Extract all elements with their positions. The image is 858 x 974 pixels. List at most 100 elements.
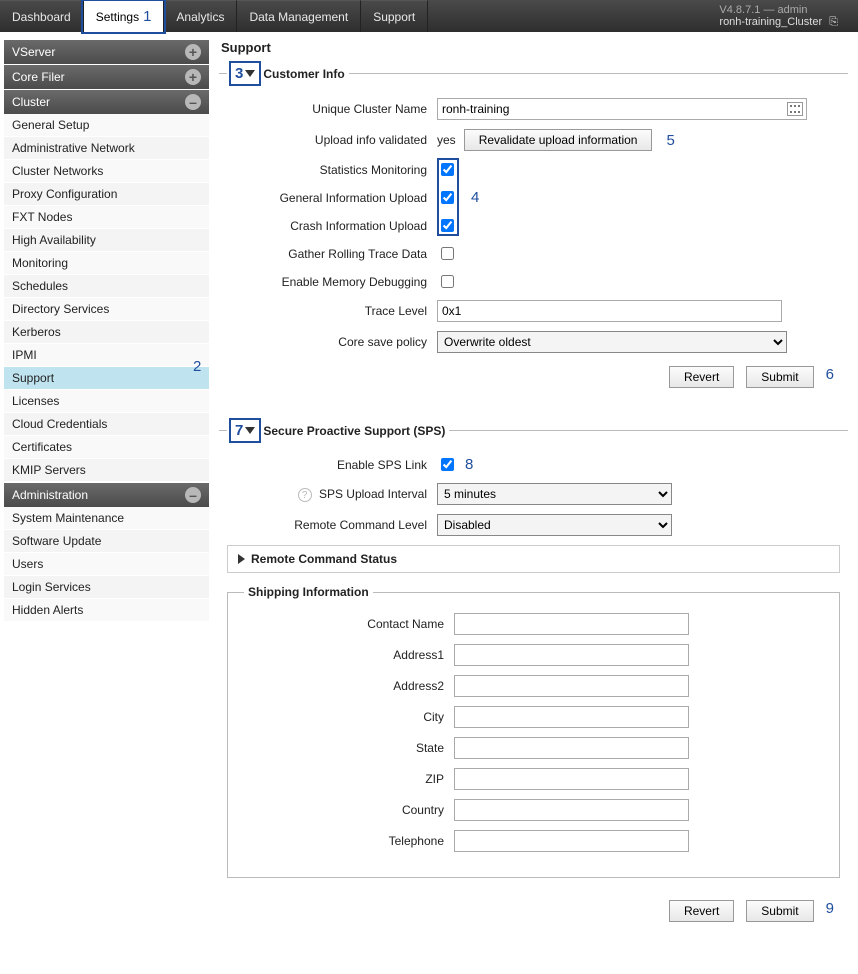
callout-7: 7 xyxy=(235,422,243,439)
sps-submit-button[interactable]: Submit xyxy=(746,900,813,922)
tab-dashboard[interactable]: Dashboard xyxy=(0,0,84,32)
sidebar-item[interactable]: Cluster Networks xyxy=(4,160,209,183)
zip-label: ZIP xyxy=(244,772,454,786)
sps-interval-select[interactable]: 5 minutes xyxy=(437,483,672,505)
sidebar-item[interactable]: Kerberos xyxy=(4,321,209,344)
tab-analytics[interactable]: Analytics xyxy=(164,0,237,32)
contact-label: Contact Name xyxy=(244,617,454,631)
addr2-input[interactable] xyxy=(454,675,689,697)
callout-3: 3 xyxy=(235,65,243,82)
city-input[interactable] xyxy=(454,706,689,728)
sidebar-item[interactable]: IPMI xyxy=(4,344,209,367)
core-policy-label: Core save policy xyxy=(227,335,437,349)
sidebar: VServer + Core Filer + Cluster – General… xyxy=(0,32,215,974)
customer-info-legend[interactable]: 3 Customer Info xyxy=(227,63,349,84)
plus-icon: + xyxy=(185,69,201,85)
contact-input[interactable] xyxy=(454,613,689,635)
sidebar-group-vserver[interactable]: VServer + xyxy=(4,40,209,64)
trace-level-label: Trace Level xyxy=(227,304,437,318)
sidebar-item[interactable]: General Setup xyxy=(4,114,209,137)
addr2-label: Address2 xyxy=(244,679,454,693)
stats-monitoring-checkbox[interactable] xyxy=(441,163,454,176)
state-label: State xyxy=(244,741,454,755)
memdbg-checkbox[interactable] xyxy=(441,275,454,288)
customer-revert-button[interactable]: Revert xyxy=(669,366,734,388)
topbar-info: V4.8.7.1 — admin ronh-training_Cluster ⎘ xyxy=(711,0,858,32)
country-label: Country xyxy=(244,803,454,817)
enable-sps-checkbox[interactable] xyxy=(441,458,454,471)
content: 2 Support 3 Customer Info Unique Cluster… xyxy=(215,32,858,974)
sidebar-item[interactable]: FXT Nodes xyxy=(4,206,209,229)
upload-validated-value: yes xyxy=(437,133,456,147)
zip-input[interactable] xyxy=(454,768,689,790)
rcl-label: Remote Command Level xyxy=(227,518,437,532)
tab-support[interactable]: Support xyxy=(361,0,428,32)
shipping-info-section: Shipping Information Contact Name Addres… xyxy=(227,585,840,878)
sidebar-item[interactable]: System Maintenance xyxy=(4,507,209,530)
memdbg-label: Enable Memory Debugging xyxy=(227,275,437,289)
sidebar-item[interactable]: Certificates xyxy=(4,436,209,459)
sidebar-item[interactable]: KMIP Servers xyxy=(4,459,209,482)
phone-input[interactable] xyxy=(454,830,689,852)
rolling-trace-checkbox[interactable] xyxy=(441,247,454,260)
customer-submit-button[interactable]: Submit xyxy=(746,366,813,388)
addr1-input[interactable] xyxy=(454,644,689,666)
sidebar-item-support[interactable]: Support xyxy=(4,367,209,390)
addr1-label: Address1 xyxy=(244,648,454,662)
sps-interval-label: ? SPS Upload Interval xyxy=(227,487,437,502)
sidebar-group-admin[interactable]: Administration – xyxy=(4,483,209,507)
callout-1: 1 xyxy=(143,8,151,25)
sidebar-item[interactable]: High Availability xyxy=(4,229,209,252)
copy-icon[interactable]: ⎘ xyxy=(829,16,838,28)
customer-info-section: 3 Customer Info Unique Cluster Name Uplo… xyxy=(219,63,848,402)
sps-section: 7 Secure Proactive Support (SPS) Enable … xyxy=(219,420,848,936)
shipping-legend: Shipping Information xyxy=(244,585,373,599)
country-input[interactable] xyxy=(454,799,689,821)
sidebar-item[interactable]: Cloud Credentials xyxy=(4,413,209,436)
topbar: Dashboard Settings 1 Analytics Data Mana… xyxy=(0,0,858,32)
stats-monitoring-label: Statistics Monitoring xyxy=(227,163,437,177)
sidebar-item[interactable]: Schedules xyxy=(4,275,209,298)
chevron-down-icon xyxy=(245,427,255,434)
sps-revert-button[interactable]: Revert xyxy=(669,900,734,922)
sidebar-item[interactable]: Hidden Alerts xyxy=(4,599,209,622)
rcl-select[interactable]: Disabled xyxy=(437,514,672,536)
sidebar-item[interactable]: Monitoring xyxy=(4,252,209,275)
sidebar-group-corefiler[interactable]: Core Filer + xyxy=(4,65,209,89)
cluster-name-label: Unique Cluster Name xyxy=(227,102,437,116)
callout-6: 6 xyxy=(826,366,834,388)
state-input[interactable] xyxy=(454,737,689,759)
tab-data-management[interactable]: Data Management xyxy=(237,0,361,32)
remote-command-status[interactable]: Remote Command Status xyxy=(227,545,840,573)
sidebar-item[interactable]: Users xyxy=(4,553,209,576)
sidebar-item[interactable]: Administrative Network xyxy=(4,137,209,160)
keyboard-icon xyxy=(787,102,803,116)
phone-label: Telephone xyxy=(244,834,454,848)
sidebar-item[interactable]: Directory Services xyxy=(4,298,209,321)
trace-level-input[interactable] xyxy=(437,300,782,322)
general-upload-checkbox[interactable] xyxy=(441,191,454,204)
enable-sps-label: Enable SPS Link xyxy=(227,458,437,472)
sidebar-item[interactable]: Login Services xyxy=(4,576,209,599)
callout-5: 5 xyxy=(666,132,674,149)
callout-4: 4 xyxy=(471,189,479,206)
minus-icon: – xyxy=(185,94,201,110)
sps-legend[interactable]: 7 Secure Proactive Support (SPS) xyxy=(227,420,449,441)
sidebar-item[interactable]: Licenses xyxy=(4,390,209,413)
top-tabs: Dashboard Settings 1 Analytics Data Mana… xyxy=(0,0,428,32)
cluster-name-input[interactable] xyxy=(437,98,807,120)
sidebar-item[interactable]: Proxy Configuration xyxy=(4,183,209,206)
minus-icon: – xyxy=(185,487,201,503)
core-policy-select[interactable]: Overwrite oldest xyxy=(437,331,787,353)
help-icon[interactable]: ? xyxy=(298,488,312,502)
callout-9: 9 xyxy=(826,900,834,922)
chevron-down-icon xyxy=(245,70,255,77)
tab-settings[interactable]: Settings 1 xyxy=(84,0,165,32)
sidebar-item[interactable]: Software Update xyxy=(4,530,209,553)
plus-icon: + xyxy=(185,44,201,60)
revalidate-button[interactable]: Revalidate upload information xyxy=(464,129,653,151)
sidebar-group-cluster[interactable]: Cluster – xyxy=(4,90,209,114)
general-upload-label: General Information Upload xyxy=(227,191,437,205)
crash-upload-checkbox[interactable] xyxy=(441,219,454,232)
cluster-line: ronh-training_Cluster ⎘ xyxy=(719,16,838,29)
